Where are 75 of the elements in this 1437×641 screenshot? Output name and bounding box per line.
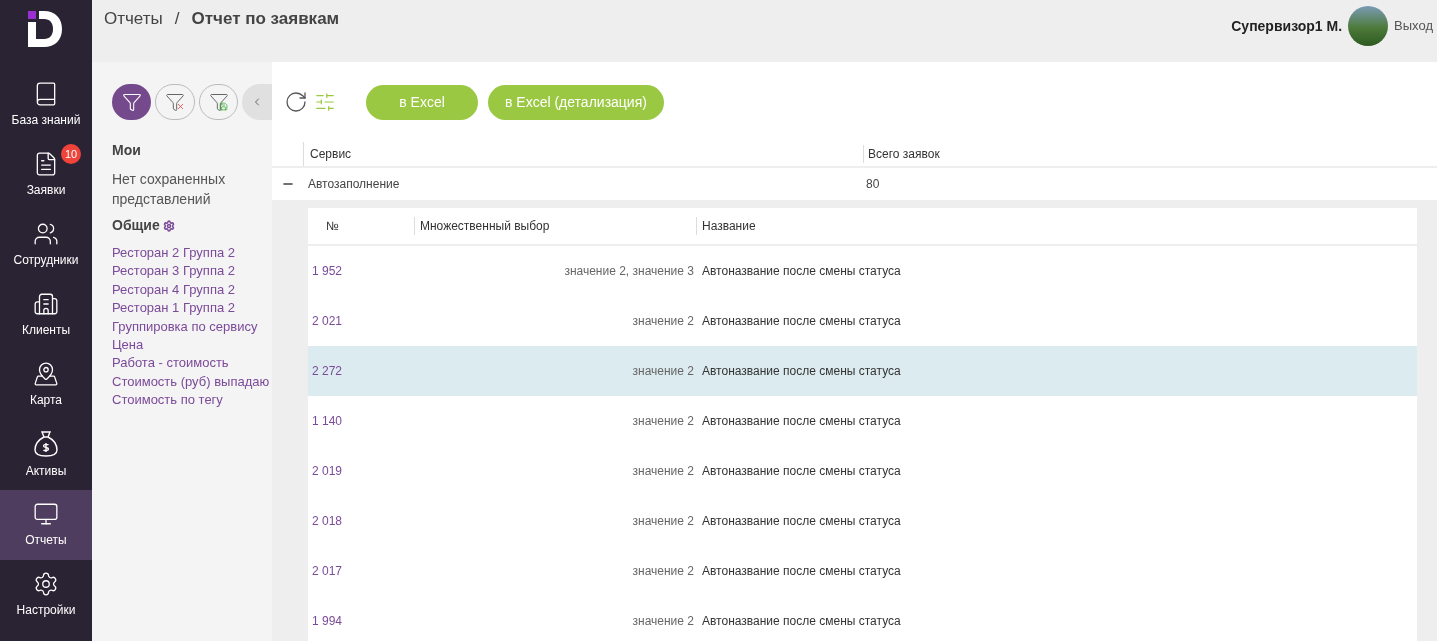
- saved-view-link[interactable]: Ресторан 3 Группа 2: [112, 262, 272, 281]
- table-cell-text: Автоназвание после смены статуса: [701, 513, 901, 530]
- table-cell-text: Автоназвание после смены статуса: [701, 463, 901, 480]
- map-icon: [33, 361, 59, 387]
- table-cell-text: значение 2: [631, 363, 695, 380]
- table-cell-text: значение 2: [631, 313, 695, 330]
- table-cell-text: значение 2: [631, 463, 695, 480]
- filter-icon: [121, 92, 142, 112]
- filter-icon: [208, 92, 229, 112]
- nav-item[interactable]: Отчеты: [0, 490, 92, 560]
- count-badge: 10: [61, 144, 81, 164]
- saved-view-link[interactable]: Работа - стоимость: [112, 354, 272, 373]
- column-header[interactable]: Название: [697, 217, 756, 235]
- table-cell-text: значение 2: [631, 563, 695, 580]
- saved-view-link[interactable]: Стоимость по тегу: [112, 391, 272, 410]
- people-icon: [33, 221, 59, 247]
- monitor-icon: [33, 501, 59, 527]
- table-cell-text: значение 2: [631, 613, 695, 630]
- nav-item[interactable]: База знаний: [0, 70, 92, 140]
- table-cell-text: Автоназвание после смены статуса: [701, 313, 901, 330]
- refresh-icon[interactable]: [284, 90, 308, 114]
- save-icon: [219, 102, 229, 111]
- avatar-photo-placeholder: [1348, 6, 1389, 46]
- nav-item[interactable]: Клиенты: [0, 280, 92, 350]
- table-cell-text: значение 2: [631, 413, 695, 430]
- money-bag-icon: [33, 430, 59, 458]
- logout-link[interactable]: Выход: [1394, 16, 1433, 36]
- filter-button[interactable]: [112, 84, 152, 120]
- group-cell-text: Автозаполнение: [307, 176, 401, 193]
- saved-view-link[interactable]: Ресторан 4 Группа 2: [112, 280, 272, 300]
- breadcrumb-separator: /: [174, 8, 180, 30]
- nav-item[interactable]: Карта: [0, 350, 92, 420]
- saved-view-link[interactable]: Группировка по сервису: [112, 317, 272, 337]
- table-cell-text: Автоназвание после смены статуса: [701, 363, 901, 380]
- number-link[interactable]: 2 018: [308, 512, 415, 530]
- empty-message: Нет сохраненных представлений: [112, 170, 227, 209]
- number-link[interactable]: 2 272: [308, 362, 415, 380]
- settings-icon[interactable]: [162, 219, 175, 232]
- saved-view-link[interactable]: Ресторан 2 Группа 2: [112, 244, 272, 263]
- column-header[interactable]: №: [308, 217, 415, 235]
- table-cell-text: значение 2, значение 3: [563, 263, 695, 280]
- settings-icon: [33, 571, 59, 597]
- number-link[interactable]: 2 019: [308, 462, 415, 480]
- sliders-icon[interactable]: [314, 91, 336, 113]
- section-title: Общие: [112, 216, 160, 235]
- buildings-icon: [33, 291, 59, 317]
- saved-view-link[interactable]: Ресторан 1 Группа 2: [112, 299, 272, 318]
- number-link[interactable]: 1 140: [308, 412, 415, 430]
- nav-item[interactable]: Настройки: [0, 560, 92, 630]
- column-header[interactable]: Всего заявок: [864, 145, 940, 163]
- number-link[interactable]: 2 017: [308, 562, 415, 580]
- nav-item[interactable]: Заявки 10: [0, 140, 92, 210]
- table-row[interactable]: 2 272 значение 2 Автоназвание после смены статуса: [308, 346, 1417, 396]
- section-title: Мои: [112, 141, 142, 160]
- column-header[interactable]: Множественный выбор: [415, 217, 697, 235]
- saved-view-link[interactable]: Стоимость (руб) выпадаю: [112, 372, 272, 392]
- filter-icon: [165, 92, 186, 112]
- close-icon: [175, 102, 185, 111]
- number-link[interactable]: 2 021: [308, 312, 415, 330]
- table-cell-text: значение 2: [631, 513, 695, 530]
- table-cell-text: Автоназвание после смены статуса: [701, 413, 901, 430]
- number-link[interactable]: 1 952: [308, 262, 415, 280]
- logo-icon: [28, 11, 64, 47]
- breadcrumb-link[interactable]: Отчеты: [104, 6, 163, 32]
- table-cell-text: Автоназвание после смены статуса: [701, 613, 901, 630]
- nav-item[interactable]: Активы: [0, 420, 92, 490]
- page-title: Отчет по заявкам: [191, 8, 340, 30]
- column-header[interactable]: Сервис: [304, 145, 864, 163]
- saved-view-link[interactable]: Цена: [112, 336, 272, 355]
- table-cell-text: Автоназвание после смены статуса: [701, 563, 901, 580]
- nav-item[interactable]: Сотрудники: [0, 210, 92, 280]
- number-link[interactable]: 1 994: [308, 612, 415, 630]
- table-cell-text: Автоназвание после смены статуса: [701, 263, 901, 280]
- count-cell-text: 80: [865, 176, 880, 193]
- user-name: Супервизор1 М.: [1231, 16, 1343, 36]
